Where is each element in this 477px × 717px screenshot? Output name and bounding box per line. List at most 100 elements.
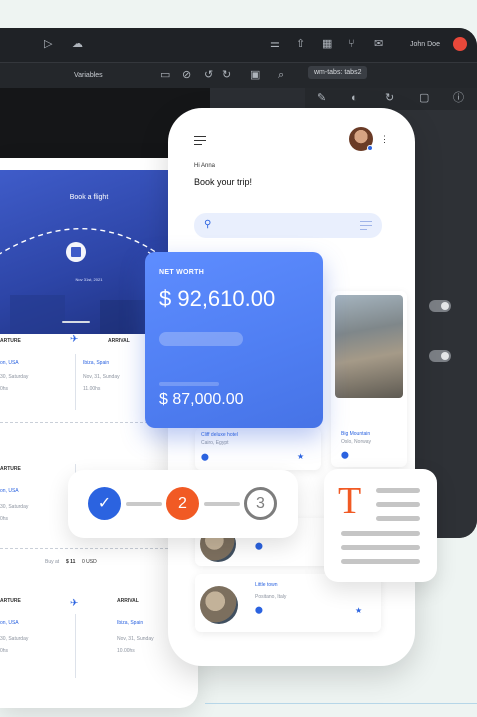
layout-icon[interactable]: ▭ — [160, 70, 170, 81]
ticket-3[interactable]: ARTURE ✈ ARRIVAL on, USA Ibiza, Spain 30… — [0, 594, 178, 702]
play-icon[interactable]: ▷ — [44, 39, 52, 50]
destination-place: Cairo, Egypt — [201, 440, 229, 446]
net-worth-card: NET WORTH $ 92,610.00 $ 87,000.00 — [145, 252, 323, 428]
to-city: Ibiza, Spain — [117, 620, 144, 626]
text-line — [376, 488, 420, 493]
filter-icon[interactable] — [360, 221, 372, 230]
destination-card[interactable]: Little town Positano, Italy ⬤ ★ — [195, 574, 381, 632]
to-date: Nov, 31, Sunday — [117, 636, 154, 642]
text-line — [341, 531, 420, 536]
zoom-icon[interactable]: ⌕ — [278, 70, 284, 81]
user-name: John Doe — [410, 41, 440, 48]
text-line — [376, 516, 420, 521]
text-line — [341, 559, 420, 564]
to-date: Nov, 31, Sunday — [83, 374, 120, 380]
text-line — [376, 502, 420, 507]
from-date: 30, Saturday — [0, 636, 29, 642]
more-options-icon[interactable]: ⋮ — [380, 134, 389, 145]
from-city: on, USA — [0, 620, 19, 626]
sub-amount: $ 87,000.00 — [159, 391, 244, 408]
departure-label: ARTURE — [0, 338, 21, 344]
net-worth-amount: $ 92,610.00 — [159, 286, 276, 311]
progress-stepper: ✓ 2 3 — [68, 470, 298, 538]
destination-place: Oslo, Norway — [341, 439, 372, 445]
buy-currency: 0 USD — [82, 559, 97, 565]
buy-price: $ 11 — [66, 559, 76, 565]
ide-topbar: ▷ ☁ ⚌ ⇧ ▦ ⑂ ✉ John Doe — [0, 28, 477, 62]
location-pin-icon: ⬤ — [255, 543, 263, 550]
divider — [205, 703, 477, 704]
page-title: Book your trip! — [194, 177, 253, 187]
step-complete-check-icon[interactable]: ✓ — [88, 487, 121, 520]
from-date: 30, Saturday — [0, 504, 29, 510]
properties-tabs: ✎ ◐ ↻ ▢ ⓘ — [305, 88, 477, 110]
notification-icon[interactable]: ✉ — [374, 39, 383, 50]
sub-label-placeholder — [159, 382, 219, 386]
to-time: 10.00hs — [117, 648, 135, 654]
destination-name: Cliff deluxe hotel — [201, 432, 238, 438]
ticket-divider — [75, 614, 76, 678]
to-time: 11.00hs — [83, 386, 101, 392]
mountain-photo — [335, 295, 403, 398]
ticket-divider — [75, 354, 76, 410]
net-worth-label: NET WORTH — [159, 269, 205, 276]
settings-sliders-icon[interactable]: ⚌ — [270, 39, 280, 50]
ticket-perforation — [0, 548, 178, 549]
menu-icon[interactable] — [194, 136, 206, 145]
ide-toolbar: Variables ▭ ⊘ ↺ ↻ ▣ ⌕ — [0, 62, 477, 88]
from-time: 0hs — [0, 648, 9, 654]
step-upcoming[interactable]: 3 — [244, 487, 277, 520]
favorite-star-icon[interactable]: ★ — [355, 606, 362, 615]
from-time: 0hs — [0, 386, 9, 392]
search-icon: ⚲ — [204, 219, 212, 230]
save-icon[interactable]: ▣ — [250, 70, 260, 81]
location-pin-icon: ⬤ — [201, 454, 209, 461]
destination-place: Positano, Italy — [255, 594, 287, 600]
hide-icon[interactable]: ⊘ — [182, 70, 191, 81]
departure-label: ARTURE — [0, 598, 21, 604]
step-connector — [204, 502, 240, 506]
active-tab[interactable]: wm-tabs: tabs2 — [308, 66, 368, 79]
destination-name: Little town — [255, 582, 278, 588]
redo-icon[interactable]: ↻ — [222, 70, 231, 81]
edit-icon[interactable]: ✎ — [317, 93, 326, 104]
online-indicator — [367, 145, 373, 151]
events-icon[interactable]: ↻ — [385, 93, 394, 104]
destination-card[interactable]: Big Mountain Oslo, Norway ⬤ — [331, 291, 407, 467]
from-city: on, USA — [0, 360, 19, 366]
change-badge — [159, 332, 243, 346]
to-city: Ibiza, Spain — [83, 360, 110, 366]
plane-icon: ✈ — [70, 598, 79, 609]
greeting: Hi Anna — [194, 163, 216, 169]
location-pin-icon: ⬤ — [255, 607, 263, 614]
destination-card[interactable]: Cliff deluxe hotel Cairo, Egypt ⬤ ★ — [195, 428, 321, 470]
departure-label: ARTURE — [0, 466, 21, 472]
upload-icon[interactable]: ⇧ — [296, 39, 305, 50]
search-input[interactable]: ⚲ — [194, 213, 382, 238]
step-connector — [126, 502, 162, 506]
info-icon[interactable]: ⓘ — [453, 93, 464, 104]
typography-icon: T — [338, 480, 362, 522]
style-icon[interactable]: ◐ — [351, 93, 358, 104]
property-toggle-1[interactable] — [429, 300, 451, 312]
plane-icon: ✈ — [70, 334, 79, 345]
from-date: 30, Saturday — [0, 374, 29, 380]
user-avatar[interactable] — [453, 37, 467, 51]
undo-icon[interactable]: ↺ — [204, 70, 213, 81]
typography-card: T — [324, 469, 437, 582]
favorite-star-icon[interactable]: ★ — [297, 452, 304, 461]
device-icon[interactable]: ▢ — [419, 93, 429, 104]
cloud-upload-icon[interactable]: ☁ — [72, 39, 83, 50]
step-current[interactable]: 2 — [166, 487, 199, 520]
drag-handle[interactable] — [62, 321, 90, 323]
property-toggle-2[interactable] — [429, 350, 451, 362]
location-pin-icon: ⬤ — [341, 452, 349, 459]
from-city: on, USA — [0, 488, 19, 494]
branch-icon[interactable]: ⑂ — [348, 39, 355, 50]
text-line — [341, 545, 420, 550]
buy-prefix: Buy at — [45, 559, 60, 565]
destination-name: Big Mountain — [341, 431, 371, 437]
grid-icon[interactable]: ▦ — [322, 39, 332, 50]
variables-menu[interactable]: Variables — [74, 72, 103, 79]
arrival-label: ARRIVAL — [117, 598, 139, 604]
